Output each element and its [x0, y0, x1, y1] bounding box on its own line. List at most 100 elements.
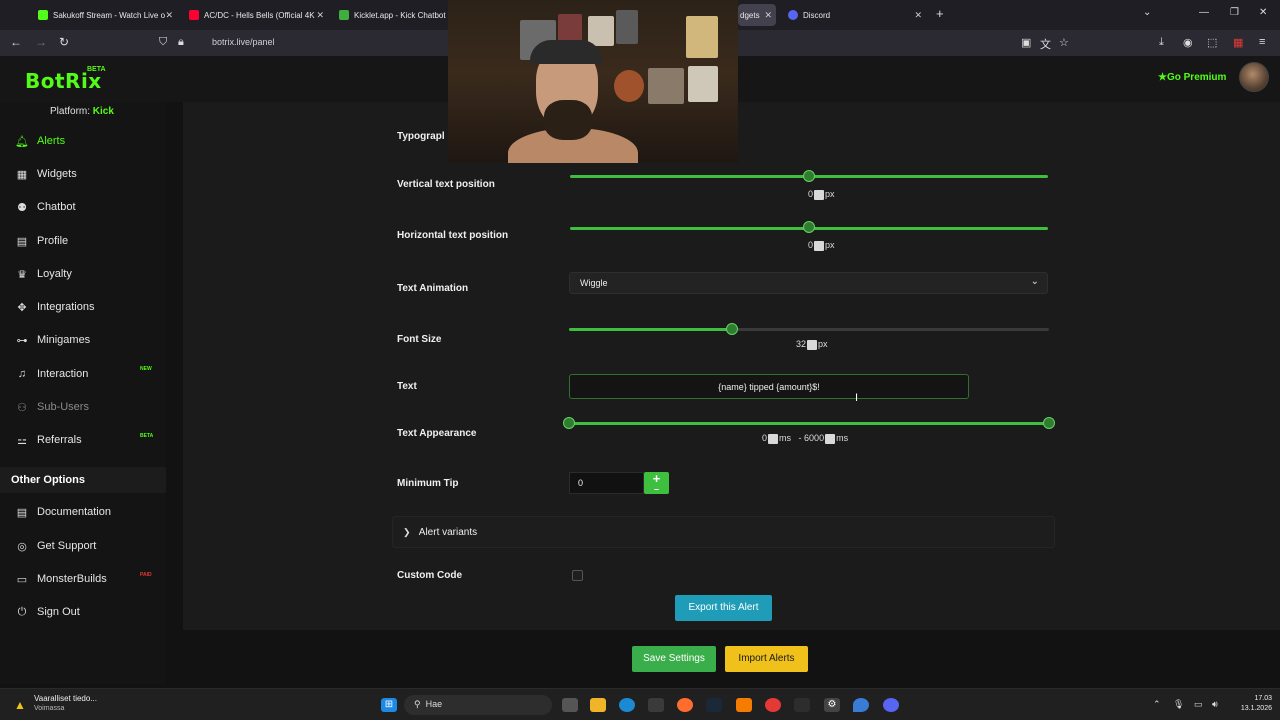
minimize-icon[interactable]: — — [1199, 7, 1209, 18]
file-explorer-icon[interactable] — [590, 698, 606, 712]
store-icon[interactable] — [648, 698, 664, 712]
vertical-position-thumb[interactable] — [803, 170, 815, 182]
sidebar-item-profile[interactable]: ▤ Profile — [14, 232, 164, 250]
new-tab-icon[interactable]: + — [936, 6, 944, 21]
user-avatar[interactable] — [1239, 62, 1269, 92]
spinner-icon[interactable] — [807, 339, 818, 350]
trophy-icon: ♛ — [17, 268, 27, 281]
forward-icon[interactable]: → — [35, 35, 47, 49]
alert-variants-label: Alert variants — [418, 527, 478, 538]
close-tab-icon[interactable]: ✕ — [165, 10, 173, 21]
platform-label: Platform: — [50, 106, 91, 117]
opera-icon[interactable] — [765, 698, 781, 712]
tab-discord[interactable]: Discord ✕ — [782, 4, 926, 26]
sidebar-item-get-support[interactable]: ◎ Get Support — [14, 537, 164, 555]
text-animation-select[interactable]: Wiggle ⌄ — [569, 272, 1048, 294]
font-size-value[interactable]: 32 px — [796, 339, 828, 350]
translate-icon[interactable]: 文 — [1040, 36, 1051, 52]
tab-acdc-hells-bells[interactable]: AC/DC - Hells Bells (Official 4K ✕ — [183, 4, 328, 26]
tab-botrix-widgets[interactable]: dgets ✕ — [738, 4, 776, 26]
extension-badge-icon[interactable]: ▦ — [1233, 36, 1243, 49]
sidebar-item-alerts[interactable]: 🔔︎ Alerts — [14, 132, 164, 150]
close-tab-icon[interactable]: ✕ — [914, 10, 922, 21]
vertical-position-value[interactable]: 0 px — [808, 189, 835, 200]
minus-icon[interactable]: – — [644, 485, 669, 494]
menu-icon[interactable]: ≡ — [1259, 36, 1265, 48]
display-icon[interactable]: ▭ — [1194, 699, 1203, 710]
text-appearance-range-slider[interactable] — [569, 422, 1049, 425]
text-appearance-values[interactable]: 0 ms - 6000 ms — [762, 433, 848, 444]
spinner-icon[interactable] — [814, 189, 825, 200]
horizontal-position-value[interactable]: 0 px — [808, 240, 835, 251]
alert-text-input[interactable]: {name} tipped {amount}$! — [569, 374, 969, 399]
go-premium-button[interactable]: ★Go Premium — [1158, 72, 1226, 83]
user-plus-icon: ⚍ — [17, 434, 27, 447]
account-icon[interactable]: ◉ — [1183, 36, 1193, 49]
wall-poster — [648, 68, 684, 104]
settings-gear-icon[interactable]: ⚙ — [824, 698, 840, 712]
robot-icon: ⚉ — [17, 201, 27, 214]
close-window-icon[interactable]: ✕ — [1259, 7, 1267, 18]
text-appearance-start-thumb[interactable] — [563, 417, 575, 429]
save-settings-button[interactable]: Save Settings — [632, 646, 716, 672]
minimum-tip-input[interactable]: 0 — [569, 472, 644, 494]
steam-icon[interactable] — [706, 698, 722, 712]
reader-view-icon[interactable]: ▣ — [1021, 36, 1031, 49]
tab-label: Discord — [803, 10, 831, 20]
volume-icon[interactable]: 🔊︎ — [1212, 699, 1218, 710]
platform-indicator: Platform: Kick — [50, 106, 114, 117]
alert-settings-panel — [183, 102, 1280, 630]
sidebar-item-minigames[interactable]: ⊶ Minigames — [14, 331, 164, 349]
export-alert-button[interactable]: Export this Alert — [675, 595, 772, 621]
text-appearance-end-thumb[interactable] — [1043, 417, 1055, 429]
minimum-tip-stepper[interactable]: + – — [644, 472, 669, 494]
extensions-icon[interactable]: ⬚ — [1207, 36, 1217, 49]
url-bar[interactable]: botrix.live/panel — [212, 37, 275, 47]
spinner-icon[interactable] — [825, 433, 836, 444]
sidebar-item-documentation[interactable]: ▤ Documentation — [14, 503, 164, 521]
sidebar-item-sign-out[interactable]: ⏻ Sign Out — [14, 603, 164, 621]
webcam-overlay — [448, 0, 738, 163]
custom-code-checkbox[interactable] — [572, 570, 583, 581]
download-icon[interactable]: ⤓ — [1159, 36, 1164, 49]
vlc-icon[interactable] — [736, 698, 752, 712]
horizontal-unit-text: px — [825, 240, 835, 250]
spinner-icon[interactable] — [768, 433, 779, 444]
sidebar-item-loyalty[interactable]: ♛ Loyalty — [14, 265, 164, 283]
appearance-min-unit: ms — [779, 433, 792, 443]
warning-icon[interactable]: ▲ — [14, 698, 26, 712]
tab-list-chevron-icon[interactable]: ⌄ — [1143, 7, 1151, 18]
notification-title[interactable]: Vaaralliset tiedo... — [34, 694, 97, 703]
bookmark-star-icon[interactable]: ☆ — [1059, 36, 1069, 49]
horizontal-position-thumb[interactable] — [803, 221, 815, 233]
windows-start-icon[interactable]: ⊞ — [381, 698, 397, 712]
microphone-icon[interactable]: 🎙︎ — [1173, 699, 1184, 710]
app-icon[interactable] — [853, 698, 869, 712]
bell-icon: 🔔︎ — [15, 135, 29, 148]
tab-kicklet[interactable]: Kicklet.app - Kick Chatbot a — [333, 4, 448, 26]
clock[interactable]: 17.03 13.1.2026 — [1232, 694, 1272, 714]
discord-icon[interactable] — [883, 698, 899, 712]
spinner-icon[interactable] — [814, 240, 825, 251]
edge-icon[interactable] — [619, 698, 635, 712]
sidebar-item-integrations[interactable]: ✥ Integrations — [14, 298, 164, 316]
close-tab-icon[interactable]: ✕ — [316, 10, 324, 21]
tray-chevron-icon[interactable]: ⌃ — [1153, 699, 1161, 710]
import-alerts-button[interactable]: Import Alerts — [725, 646, 808, 672]
alert-variants-accordion[interactable]: ❯ Alert variants — [392, 516, 1055, 548]
taskbar-search[interactable]: ⚲ Hae — [404, 695, 552, 715]
sidebar-item-chatbot[interactable]: ⚉ Chatbot — [14, 198, 164, 216]
vertical-unit-text: px — [825, 189, 835, 199]
sidebar-item-widgets[interactable]: ▦ Widgets — [14, 165, 164, 183]
firefox-icon[interactable] — [677, 698, 693, 712]
maximize-icon[interactable]: ❐ — [1230, 7, 1239, 18]
reload-icon[interactable]: ↻ — [59, 35, 69, 49]
terminal-icon[interactable] — [794, 698, 810, 712]
sidebar-item-sub-users[interactable]: ⚇ Sub-Users — [14, 398, 164, 416]
back-icon[interactable]: ← — [10, 35, 22, 49]
tab-label: AC/DC - Hells Bells (Official 4K — [204, 10, 315, 20]
close-tab-icon[interactable]: ✕ — [764, 10, 772, 21]
shield-icon[interactable]: ⛉ — [159, 36, 167, 49]
tab-sakukoff-stream[interactable]: Sakukoff Stream - Watch Live o ✕ — [32, 4, 177, 26]
task-view-icon[interactable] — [562, 698, 578, 712]
